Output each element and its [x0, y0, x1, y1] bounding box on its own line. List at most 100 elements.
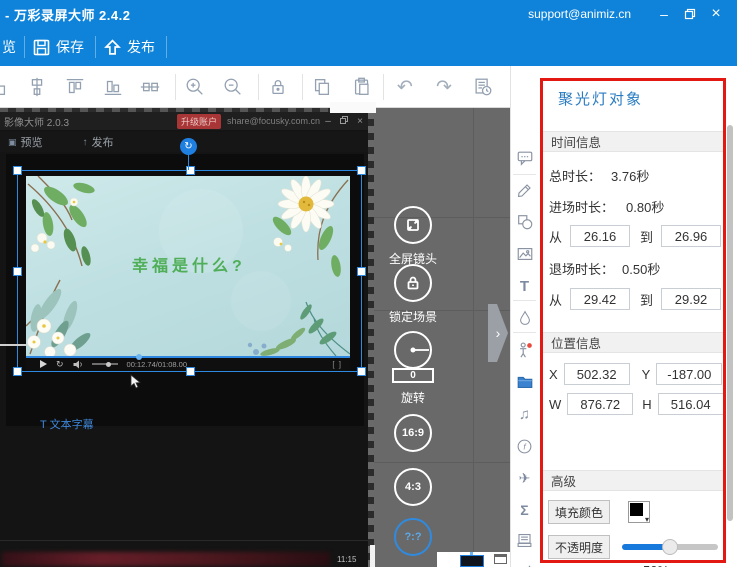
- rotate-label: 旋转: [400, 391, 425, 405]
- exit-to-input[interactable]: [661, 288, 722, 310]
- full-screen-lens-button[interactable]: [394, 206, 432, 244]
- handle-bottom-right[interactable]: [357, 367, 366, 376]
- handle-top-middle[interactable]: [185, 166, 195, 175]
- align-top-icon[interactable]: [63, 75, 87, 99]
- minimize-button[interactable]: –: [651, 4, 677, 24]
- paste-icon[interactable]: [350, 75, 374, 99]
- timeline-clip-thumbnail: [2, 552, 330, 566]
- video-add-icon[interactable]: [511, 560, 538, 567]
- enter-duration-value: 0.80秒: [626, 200, 665, 215]
- window-title: - 万彩录屏大师 2.4.2: [5, 7, 131, 23]
- ratio-4-3-button[interactable]: 4:3: [394, 468, 432, 506]
- ratio-16-9-button[interactable]: 16:9: [394, 414, 432, 452]
- shapes-icon[interactable]: [511, 210, 538, 234]
- handle-middle-right[interactable]: [357, 267, 366, 276]
- dropdown-arrow-icon: ▾: [645, 515, 650, 524]
- opacity-slider[interactable]: [622, 539, 719, 555]
- x-input[interactable]: [563, 363, 630, 385]
- rotate-dial[interactable]: [394, 331, 432, 369]
- rotation-handle[interactable]: ↻: [180, 138, 197, 155]
- pencil-icon[interactable]: [511, 178, 538, 202]
- distribute-vertical-icon[interactable]: [25, 75, 49, 99]
- color-black: [630, 503, 644, 516]
- history-icon[interactable]: [471, 75, 495, 99]
- nested-restore-icon: [336, 115, 352, 127]
- total-duration-label: 总时长：: [549, 169, 602, 184]
- h-input[interactable]: [657, 393, 724, 415]
- y-label: Y: [641, 366, 651, 382]
- advanced-section-header: 高级: [540, 470, 726, 491]
- divider: [95, 36, 96, 58]
- zoom-out-icon[interactable]: [221, 75, 245, 99]
- canvas-artifact: [330, 102, 376, 113]
- enter-to-input[interactable]: [661, 225, 722, 247]
- handle-top-left[interactable]: [13, 166, 22, 175]
- character-icon[interactable]: [511, 338, 538, 362]
- guide-line: [0, 344, 27, 346]
- nested-email: share@focusky.com.cn: [226, 116, 320, 126]
- folder-icon[interactable]: [511, 370, 538, 394]
- upgrade-badge: 升级账户: [176, 113, 221, 129]
- w-input[interactable]: [567, 393, 634, 415]
- divider: [513, 174, 536, 175]
- copy-icon[interactable]: [310, 75, 334, 99]
- lock-icon[interactable]: [266, 75, 290, 99]
- fill-color-button[interactable]: 填充颜色: [548, 500, 611, 524]
- undo-icon[interactable]: ↶: [393, 75, 417, 99]
- handle-top-right[interactable]: [357, 166, 366, 175]
- publish-button[interactable]: 发布: [104, 28, 155, 66]
- document-icon[interactable]: [511, 528, 538, 552]
- main-toolbar: 览 保存 发布: [0, 28, 737, 66]
- water-drop-icon[interactable]: [511, 306, 538, 330]
- window-thumbnail-icon[interactable]: [494, 554, 507, 564]
- exit-from-input[interactable]: [570, 288, 631, 310]
- preview-button-partial[interactable]: 览: [2, 28, 16, 66]
- handle-bottom-middle[interactable]: [185, 367, 195, 376]
- airplane-icon[interactable]: ✈: [511, 466, 538, 490]
- nested-preview-item: ▣ 预览: [8, 136, 43, 150]
- close-button[interactable]: ×: [703, 4, 729, 24]
- same-size-icon[interactable]: [0, 75, 10, 99]
- zoom-in-icon[interactable]: [183, 75, 207, 99]
- y-input[interactable]: [656, 363, 723, 385]
- align-bottom-icon[interactable]: [101, 75, 125, 99]
- save-label: 保存: [56, 39, 84, 55]
- opacity-button[interactable]: 不透明度: [548, 535, 611, 559]
- divider: [258, 74, 259, 100]
- scene-thumbnail[interactable]: [460, 552, 484, 567]
- panel-collapse-chevron[interactable]: ›: [488, 304, 508, 362]
- handle-bottom-left[interactable]: [13, 367, 22, 376]
- formula-icon[interactable]: Σ: [511, 498, 538, 522]
- restore-button[interactable]: [677, 4, 703, 24]
- distribute-horizontal-icon[interactable]: [138, 75, 162, 99]
- music-icon[interactable]: ♫: [511, 402, 538, 426]
- redo-icon[interactable]: ↷: [432, 75, 456, 99]
- timeline-time: 11:15: [337, 555, 357, 564]
- canvas-workspace[interactable]: 影像大师 2.0.3 升级账户 share@focusky.com.cn – ×…: [0, 108, 510, 567]
- panel-scrollbar[interactable]: [727, 125, 733, 521]
- callout-icon[interactable]: [511, 146, 538, 170]
- fill-color-swatch[interactable]: ▾: [628, 501, 651, 524]
- lock-scene-button[interactable]: [394, 264, 432, 302]
- lock-icon: [407, 276, 419, 290]
- nested-publish-icon: ↑: [82, 136, 88, 148]
- divider: [383, 74, 384, 100]
- x-label: X: [549, 366, 558, 382]
- divider: [24, 36, 25, 58]
- text-tool-icon[interactable]: T: [511, 274, 538, 298]
- w-label: W: [549, 396, 562, 412]
- timeline-divider: [0, 540, 374, 541]
- save-button[interactable]: 保存: [33, 28, 84, 66]
- image-icon[interactable]: [511, 242, 538, 266]
- flash-icon[interactable]: f: [511, 434, 538, 458]
- enter-from-input[interactable]: [570, 225, 631, 247]
- to-label: 到: [640, 292, 654, 308]
- opacity-slider-knob[interactable]: [662, 539, 679, 555]
- rotate-value-input[interactable]: 0: [392, 368, 434, 383]
- selection-rectangle: [13, 166, 366, 376]
- ratio-custom-button[interactable]: ?:?: [394, 518, 432, 556]
- save-icon: [33, 39, 50, 55]
- enter-duration-label: 进场时长：: [549, 200, 615, 215]
- handle-middle-left[interactable]: [13, 267, 22, 276]
- nested-preview-icon: ▣: [8, 136, 17, 147]
